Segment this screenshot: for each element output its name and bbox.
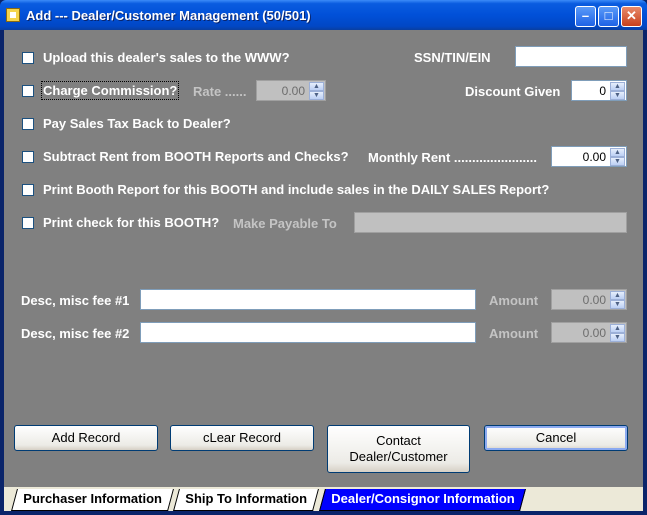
- add-record-button[interactable]: Add Record: [14, 425, 158, 451]
- discount-down-arrow-icon[interactable]: ▼: [610, 91, 625, 100]
- monthly-rent-value: 0.00: [582, 150, 606, 164]
- misc-fee-1-input[interactable]: [140, 289, 476, 310]
- upload-www-checkbox[interactable]: [22, 52, 34, 64]
- rate-value: 0.00: [281, 84, 305, 98]
- contact-dealer-button[interactable]: Contact Dealer/Customer: [327, 425, 470, 473]
- amount-2-value: 0.00: [582, 326, 606, 340]
- title-bar[interactable]: Add --- Dealer/Customer Management (50/5…: [0, 0, 647, 30]
- discount-label: Discount Given: [465, 84, 561, 99]
- rate-spinner[interactable]: 0.00 ▲ ▼: [256, 80, 326, 101]
- tab-ship-to-information[interactable]: Ship To Information: [173, 489, 319, 511]
- window-title: Add --- Dealer/Customer Management (50/5…: [26, 8, 311, 23]
- payable-label: Make Payable To: [233, 216, 337, 231]
- tab-purchaser-information[interactable]: Purchaser Information: [11, 489, 174, 511]
- rate-up-arrow-icon[interactable]: ▲: [309, 82, 324, 91]
- minimize-button[interactable]: –: [575, 6, 596, 27]
- misc-fee-2-label: Desc, misc fee #2: [21, 326, 130, 341]
- subtract-rent-label: Subtract Rent from BOOTH Reports and Che…: [43, 149, 349, 164]
- pay-sales-tax-checkbox[interactable]: [22, 118, 34, 130]
- rate-down-arrow-icon[interactable]: ▼: [309, 91, 324, 100]
- rate-label: Rate ......: [193, 84, 247, 99]
- charge-commission-label: Charge Commission?: [40, 81, 180, 100]
- subtract-rent-checkbox[interactable]: [22, 151, 34, 163]
- payable-input[interactable]: [354, 212, 627, 233]
- monthly-rent-up-arrow-icon[interactable]: ▲: [610, 148, 625, 157]
- discount-value: 0: [599, 84, 606, 98]
- upload-www-label: Upload this dealer's sales to the WWW?: [43, 50, 290, 65]
- misc-fee-2-input[interactable]: [140, 322, 476, 343]
- cancel-button[interactable]: Cancel: [484, 425, 628, 451]
- print-booth-label: Print Booth Report for this BOOTH and in…: [43, 182, 550, 197]
- contact-button-line-2: Dealer/Customer: [349, 449, 448, 464]
- ssn-label: SSN/TIN/EIN: [414, 50, 491, 65]
- close-button[interactable]: ✕: [621, 6, 642, 27]
- amount-2-up-arrow-icon[interactable]: ▲: [610, 324, 625, 333]
- monthly-rent-spinner[interactable]: 0.00 ▲ ▼: [551, 146, 627, 167]
- amount-2-down-arrow-icon[interactable]: ▼: [610, 333, 625, 342]
- print-check-checkbox[interactable]: [22, 217, 34, 229]
- print-booth-checkbox[interactable]: [22, 184, 34, 196]
- tab-dealer-consignor-label: Dealer/Consignor Information: [331, 491, 515, 506]
- amount-1-up-arrow-icon[interactable]: ▲: [610, 291, 625, 300]
- amount-2-label: Amount: [489, 326, 539, 341]
- monthly-rent-label: Monthly Rent .......................: [368, 150, 538, 165]
- maximize-button[interactable]: □: [598, 6, 619, 27]
- tab-dealer-consignor-information[interactable]: Dealer/Consignor Information: [319, 489, 527, 511]
- amount-1-label: Amount: [489, 293, 539, 308]
- print-check-label: Print check for this BOOTH?: [43, 215, 220, 230]
- pay-sales-tax-label: Pay Sales Tax Back to Dealer?: [43, 116, 231, 131]
- amount-1-down-arrow-icon[interactable]: ▼: [610, 300, 625, 309]
- clear-record-button[interactable]: cLear Record: [170, 425, 314, 451]
- tab-purchaser-label: Purchaser Information: [23, 491, 162, 506]
- amount-1-value: 0.00: [582, 293, 606, 307]
- contact-button-line-1: Contact: [376, 433, 421, 448]
- discount-up-arrow-icon[interactable]: ▲: [610, 82, 625, 91]
- amount-2-spinner[interactable]: 0.00 ▲ ▼: [551, 322, 627, 343]
- discount-spinner[interactable]: 0 ▲ ▼: [571, 80, 627, 101]
- charge-commission-checkbox[interactable]: [22, 85, 34, 97]
- dealer-customer-window: Add --- Dealer/Customer Management (50/5…: [0, 0, 647, 515]
- app-icon: [6, 8, 20, 22]
- monthly-rent-down-arrow-icon[interactable]: ▼: [610, 157, 625, 166]
- tab-ship-to-label: Ship To Information: [185, 491, 308, 506]
- misc-fee-1-label: Desc, misc fee #1: [21, 293, 130, 308]
- amount-1-spinner[interactable]: 0.00 ▲ ▼: [551, 289, 627, 310]
- ssn-input[interactable]: [515, 46, 627, 67]
